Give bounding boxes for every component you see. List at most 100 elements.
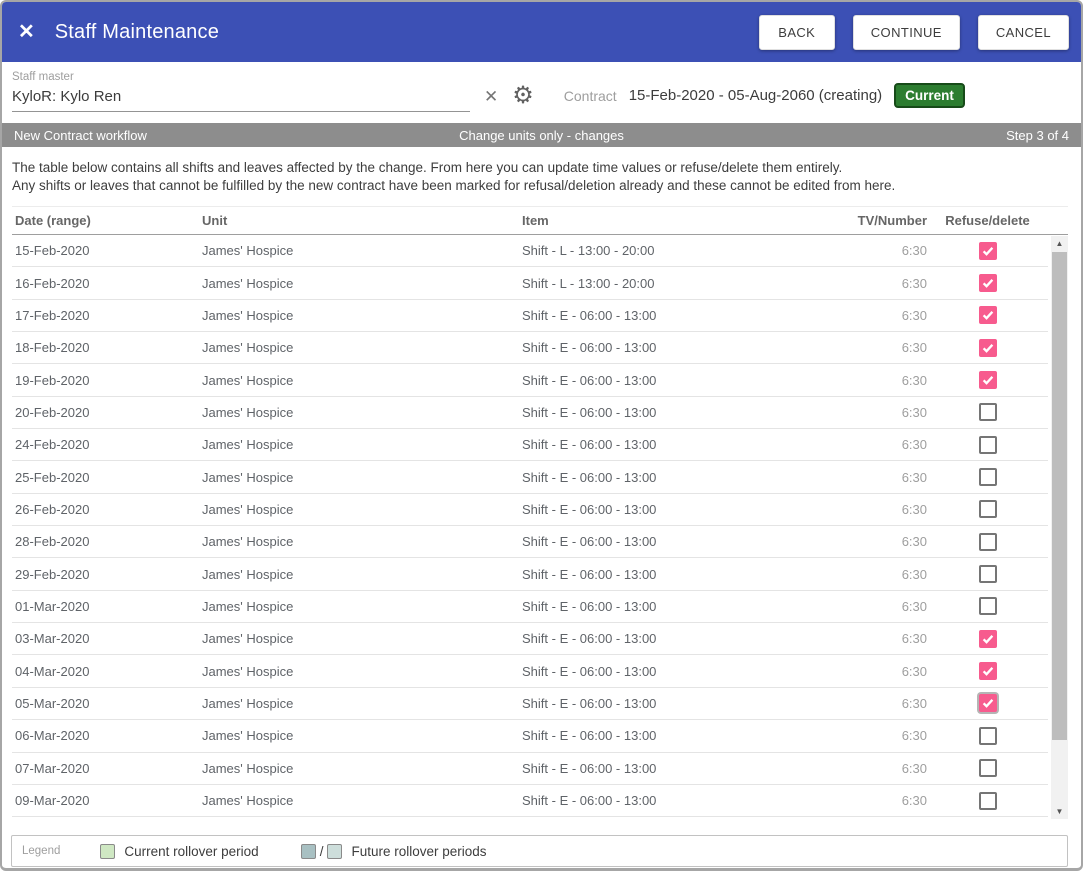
refuse-delete-checkbox[interactable] <box>979 436 997 454</box>
cell-date: 03-Mar-2020 <box>12 631 202 646</box>
cell-unit: James' Hospice <box>202 243 522 258</box>
refuse-delete-checkbox[interactable] <box>979 597 997 615</box>
check-icon <box>981 308 995 322</box>
cell-item: Shift - E - 06:00 - 13:00 <box>522 728 847 743</box>
scroll-down-icon[interactable]: ▼ <box>1051 804 1068 819</box>
legend-bar: Legend Current rollover period/Future ro… <box>11 835 1068 867</box>
description-line-1: The table below contains all shifts and … <box>12 159 1069 177</box>
refuse-delete-checkbox[interactable] <box>979 500 997 518</box>
refuse-delete-checkbox[interactable] <box>979 533 997 551</box>
dialog-title: Staff Maintenance <box>55 21 759 44</box>
cell-item: Shift - L - 13:00 - 20:00 <box>522 276 847 291</box>
scrollbar-thumb[interactable] <box>1052 252 1067 740</box>
workflow-bar: New Contract workflow Change units only … <box>2 123 1081 147</box>
titlebar-buttons: BACK CONTINUE CANCEL <box>759 15 1069 50</box>
cell-item: Shift - E - 06:00 - 13:00 <box>522 793 847 808</box>
cell-unit: James' Hospice <box>202 599 522 614</box>
table-row: 18-Feb-2020 James' Hospice Shift - E - 0… <box>12 332 1048 364</box>
cell-unit: James' Hospice <box>202 502 522 517</box>
clear-icon[interactable]: ✕ <box>484 87 498 107</box>
table-row: 03-Mar-2020 James' Hospice Shift - E - 0… <box>12 623 1048 655</box>
contract-status-badge: Current <box>894 83 965 108</box>
title-bar: ✕ Staff Maintenance BACK CONTINUE CANCEL <box>2 2 1081 62</box>
legend-separator: / <box>320 844 324 859</box>
refuse-delete-checkbox[interactable] <box>979 242 997 260</box>
cell-tv-number: 6:30 <box>847 340 927 355</box>
table-row: 04-Mar-2020 James' Hospice Shift - E - 0… <box>12 655 1048 687</box>
table-row: 09-Mar-2020 James' Hospice Shift - E - 0… <box>12 785 1048 817</box>
cell-date: 20-Feb-2020 <box>12 405 202 420</box>
refuse-delete-checkbox[interactable] <box>979 565 997 583</box>
cell-date: 26-Feb-2020 <box>12 502 202 517</box>
contract-label: Contract <box>564 88 617 104</box>
table-scrollbar[interactable]: ▲ ▼ <box>1051 236 1068 819</box>
gear-icon[interactable]: ⚙ <box>512 84 534 108</box>
table-body: 15-Feb-2020 James' Hospice Shift - L - 1… <box>12 235 1048 818</box>
refuse-delete-checkbox[interactable] <box>979 371 997 389</box>
cell-date: 06-Mar-2020 <box>12 728 202 743</box>
staff-master-label: Staff master <box>12 71 470 83</box>
refuse-delete-checkbox[interactable] <box>979 792 997 810</box>
cell-tv-number: 6:30 <box>847 373 927 388</box>
refuse-delete-checkbox[interactable] <box>979 662 997 680</box>
check-icon <box>981 341 995 355</box>
refuse-delete-checkbox[interactable] <box>979 274 997 292</box>
cell-date: 04-Mar-2020 <box>12 664 202 679</box>
refuse-delete-checkbox[interactable] <box>979 339 997 357</box>
refuse-delete-checkbox[interactable] <box>979 759 997 777</box>
table-header: Date (range) Unit Item TV/Number Refuse/… <box>12 207 1068 235</box>
contract-value: 15-Feb-2020 - 05-Aug-2060 (creating) <box>629 87 882 104</box>
refuse-delete-checkbox[interactable] <box>979 630 997 648</box>
cell-item: Shift - E - 06:00 - 13:00 <box>522 599 847 614</box>
column-header-item: Item <box>522 213 847 228</box>
table-row: 20-Feb-2020 James' Hospice Shift - E - 0… <box>12 397 1048 429</box>
cell-unit: James' Hospice <box>202 567 522 582</box>
cell-date: 29-Feb-2020 <box>12 567 202 582</box>
table-row: 01-Mar-2020 James' Hospice Shift - E - 0… <box>12 591 1048 623</box>
description-line-2: Any shifts or leaves that cannot be fulf… <box>12 177 1069 195</box>
cell-tv-number: 6:30 <box>847 696 927 711</box>
cell-unit: James' Hospice <box>202 793 522 808</box>
refuse-delete-checkbox[interactable] <box>979 727 997 745</box>
cell-item: Shift - E - 06:00 - 13:00 <box>522 373 847 388</box>
cell-unit: James' Hospice <box>202 405 522 420</box>
cell-tv-number: 6:30 <box>847 243 927 258</box>
table-row: 25-Feb-2020 James' Hospice Shift - E - 0… <box>12 461 1048 493</box>
continue-button[interactable]: CONTINUE <box>853 15 960 50</box>
cell-tv-number: 6:30 <box>847 405 927 420</box>
refuse-delete-checkbox[interactable] <box>979 403 997 421</box>
cell-tv-number: 6:30 <box>847 437 927 452</box>
cell-tv-number: 6:30 <box>847 761 927 776</box>
cell-date: 05-Mar-2020 <box>12 696 202 711</box>
legend-item-label: Future rollover periods <box>351 844 486 859</box>
cell-unit: James' Hospice <box>202 696 522 711</box>
staff-master-input[interactable] <box>12 86 470 112</box>
legend-swatch <box>327 844 342 859</box>
subheader: Staff master ✕ ⚙ Contract 15-Feb-2020 - … <box>2 62 1081 119</box>
close-icon[interactable]: ✕ <box>18 22 35 42</box>
cell-tv-number: 6:30 <box>847 276 927 291</box>
table-row: 19-Feb-2020 James' Hospice Shift - E - 0… <box>12 364 1048 396</box>
column-header-date: Date (range) <box>12 213 202 228</box>
refuse-delete-checkbox[interactable] <box>979 306 997 324</box>
column-header-tv-number: TV/Number <box>847 213 927 228</box>
back-button[interactable]: BACK <box>759 15 835 50</box>
cell-item: Shift - E - 06:00 - 13:00 <box>522 405 847 420</box>
check-icon <box>981 664 995 678</box>
workflow-step-name: Change units only - changes <box>366 128 718 143</box>
cell-date: 07-Mar-2020 <box>12 761 202 776</box>
workflow-step-counter: Step 3 of 4 <box>717 128 1069 143</box>
cell-item: Shift - E - 06:00 - 13:00 <box>522 761 847 776</box>
refuse-delete-checkbox[interactable] <box>979 468 997 486</box>
refuse-delete-checkbox[interactable] <box>979 694 997 712</box>
cell-tv-number: 6:30 <box>847 631 927 646</box>
cell-date: 17-Feb-2020 <box>12 308 202 323</box>
cancel-button[interactable]: CANCEL <box>978 15 1069 50</box>
cell-unit: James' Hospice <box>202 308 522 323</box>
cell-date: 25-Feb-2020 <box>12 470 202 485</box>
scroll-up-icon[interactable]: ▲ <box>1051 236 1068 251</box>
cell-item: Shift - E - 06:00 - 13:00 <box>522 502 847 517</box>
cell-tv-number: 6:30 <box>847 793 927 808</box>
cell-tv-number: 6:30 <box>847 502 927 517</box>
cell-tv-number: 6:30 <box>847 664 927 679</box>
